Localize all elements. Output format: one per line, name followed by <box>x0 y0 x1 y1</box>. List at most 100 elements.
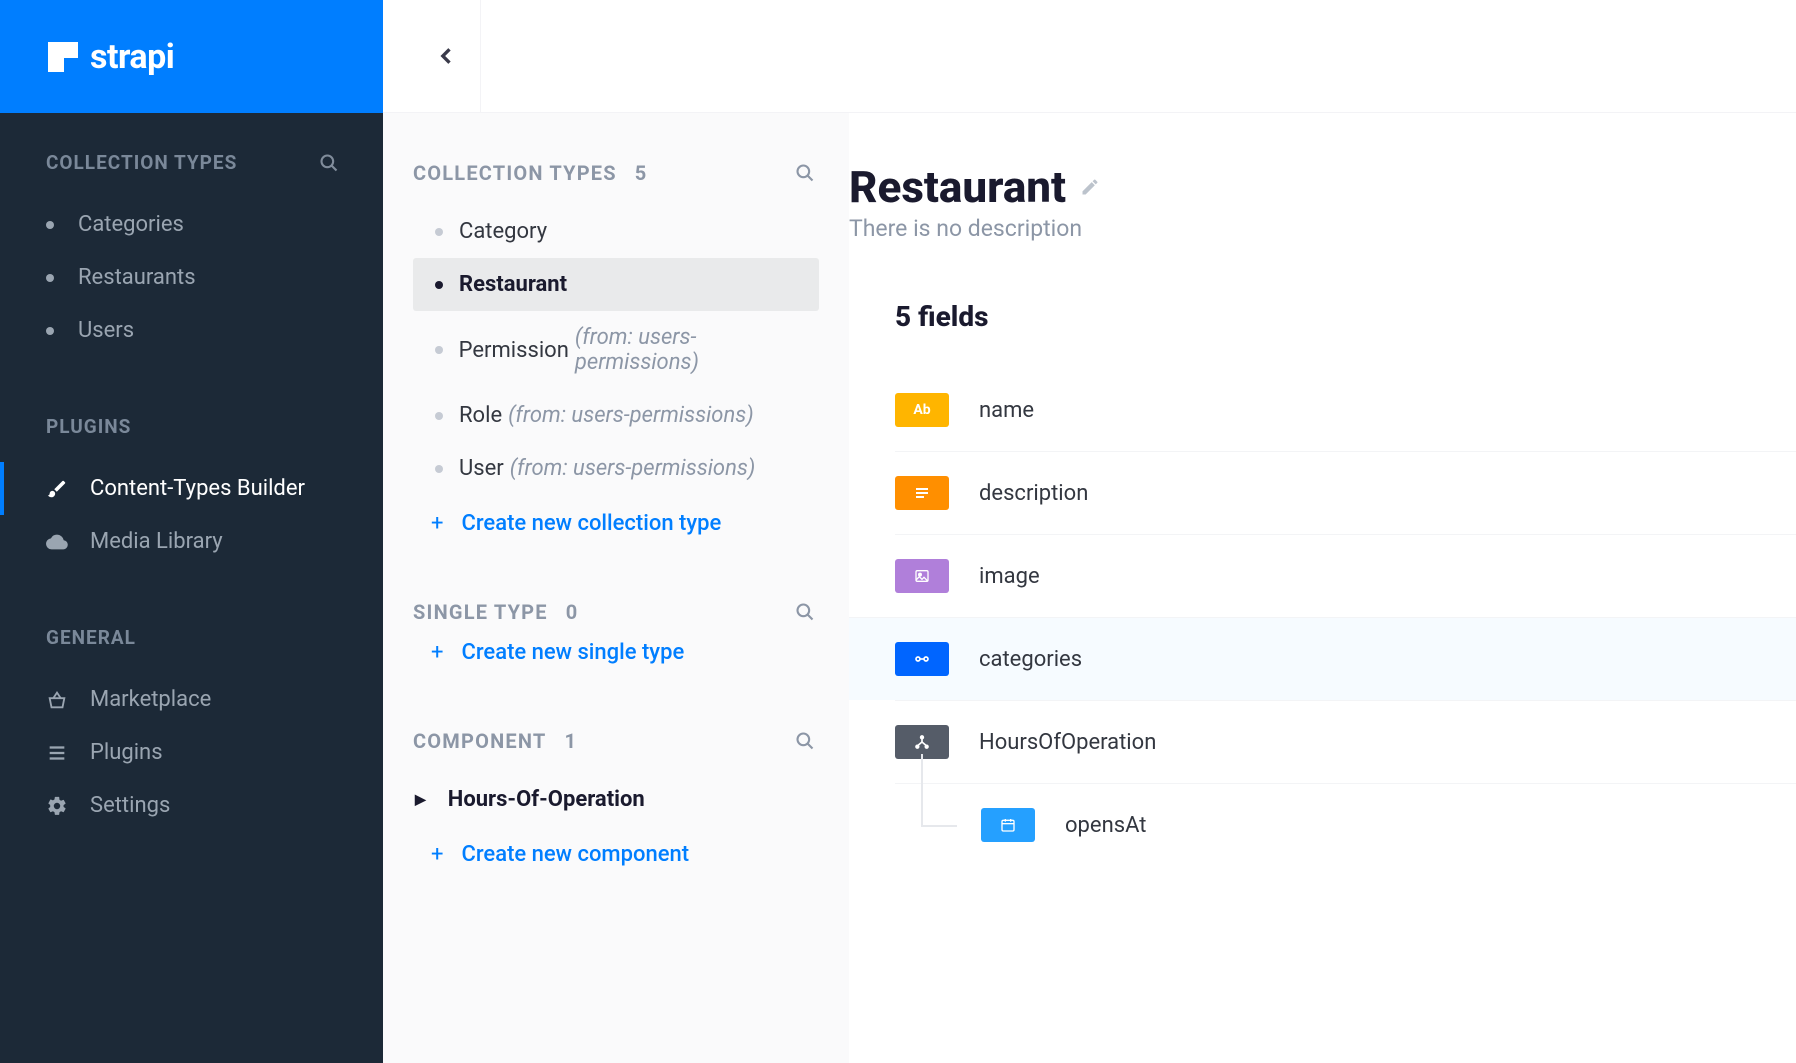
chevron-left-icon <box>437 40 457 72</box>
collection-type-source: (from: users-permissions) <box>508 403 754 428</box>
collection-type-label: Permission <box>459 338 569 363</box>
field-type-badge <box>981 808 1035 842</box>
sidebar-general-header: GENERAL <box>0 568 383 649</box>
dot-icon <box>435 412 443 420</box>
sidebar-plugins-header: PLUGINS <box>0 357 383 438</box>
plus-icon: + <box>431 511 443 536</box>
sidebar-item[interactable]: Plugins <box>0 726 383 779</box>
collection-type-label: Restaurant <box>459 272 567 297</box>
create-collection-type-button[interactable]: + Create new collection type <box>413 495 819 552</box>
create-component-label: Create new component <box>461 842 689 867</box>
field-name: opensAt <box>1065 813 1146 838</box>
sidebar-general-label: GENERAL <box>46 626 136 649</box>
single-type-count: 0 <box>566 600 579 624</box>
component-label: Hours-Of-Operation <box>448 787 645 812</box>
field-row[interactable]: image <box>895 534 1796 617</box>
sidebar-plugins-section: PLUGINS Content-Types Builder Media Libra… <box>0 357 383 568</box>
detail-header: Restaurant There is no description <box>849 161 1796 242</box>
topbar <box>383 0 1796 113</box>
field-name: name <box>979 398 1034 423</box>
sidebar-item[interactable]: Content-Types Builder <box>0 462 383 515</box>
logo-bar[interactable]: strapi <box>0 0 383 113</box>
field-type-badge: Ab <box>895 393 949 427</box>
sidebar: strapi COLLECTION TYPES Categories Restau… <box>0 0 383 1063</box>
field-row-child[interactable]: opensAt <box>895 783 1796 866</box>
content-type-description: There is no description <box>849 215 1796 242</box>
pencil-icon[interactable] <box>1080 177 1100 197</box>
create-component-button[interactable]: + Create new component <box>413 826 819 883</box>
field-row[interactable]: HoursOfOperation <box>895 700 1796 783</box>
collection-type-item[interactable]: Category <box>413 205 819 258</box>
collection-type-source: (from: users-permissions) <box>510 456 756 481</box>
field-row[interactable]: Ab name <box>895 369 1796 451</box>
field-type-badge <box>895 642 949 676</box>
field-row[interactable]: description <box>895 451 1796 534</box>
component-count: 1 <box>564 729 577 753</box>
component-item[interactable]: ▶ Hours-Of-Operation <box>413 773 819 826</box>
field-type-badge <box>895 476 949 510</box>
search-icon[interactable] <box>795 163 815 183</box>
field-name: image <box>979 564 1040 589</box>
dot-icon <box>435 228 443 236</box>
basket-icon <box>46 689 68 711</box>
collection-types-header: COLLECTION TYPES 5 <box>413 113 819 185</box>
collection-type-label: User <box>459 456 504 481</box>
sidebar-item-label: Content-Types Builder <box>90 476 305 501</box>
collection-type-item[interactable]: Role(from: users-permissions) <box>413 389 819 442</box>
caret-right-icon: ▶ <box>415 792 426 808</box>
collection-type-label: Category <box>459 219 547 244</box>
sidebar-item-label: Media Library <box>90 529 223 554</box>
sidebar-item[interactable]: Marketplace <box>0 673 383 726</box>
sidebar-item-label: Settings <box>90 793 170 818</box>
sidebar-collection-header: COLLECTION TYPES <box>0 113 383 174</box>
collection-type-item[interactable]: Permission(from: users-permissions) <box>413 311 819 389</box>
single-type-label: SINGLE TYPE <box>413 600 548 624</box>
create-collection-label: Create new collection type <box>461 511 721 536</box>
sidebar-plugins-label: PLUGINS <box>46 415 131 438</box>
sidebar-item-label: Marketplace <box>90 687 211 712</box>
search-icon[interactable] <box>795 602 815 622</box>
brush-icon <box>46 478 68 500</box>
component-header: COMPONENT 1 <box>413 681 819 753</box>
dot-icon <box>435 281 443 289</box>
component-label: COMPONENT <box>413 729 546 753</box>
create-single-label: Create new single type <box>461 640 684 665</box>
sidebar-item-label: Users <box>78 318 134 343</box>
dot-icon <box>46 274 54 282</box>
brand-name: strapi <box>90 37 174 77</box>
search-icon[interactable] <box>795 731 815 751</box>
collection-type-source: (from: users-permissions) <box>575 325 809 375</box>
sidebar-item-label: Categories <box>78 212 184 237</box>
back-button[interactable] <box>413 0 481 113</box>
single-type-header: SINGLE TYPE 0 <box>413 552 819 624</box>
collection-type-item[interactable]: Restaurant <box>413 258 819 311</box>
sidebar-general-section: GENERAL Marketplace Plugins Settings <box>0 568 383 832</box>
collection-type-item[interactable]: User(from: users-permissions) <box>413 442 819 495</box>
sidebar-item-label: Plugins <box>90 740 163 765</box>
sidebar-item[interactable]: Media Library <box>0 515 383 568</box>
field-name: categories <box>979 647 1082 672</box>
content-type-detail-panel: Restaurant There is no description 5 fie… <box>849 113 1796 1063</box>
cloud-icon <box>46 531 68 553</box>
sidebar-item[interactable]: Settings <box>0 779 383 832</box>
fields-count-header: 5 fields <box>895 300 1796 333</box>
sidebar-item[interactable]: Users <box>0 304 383 357</box>
collection-types-count: 5 <box>635 161 648 185</box>
sidebar-collection-label: COLLECTION TYPES <box>46 151 237 174</box>
plus-icon: + <box>431 842 443 867</box>
field-name: description <box>979 481 1088 506</box>
sidebar-item[interactable]: Categories <box>0 198 383 251</box>
sidebar-collection-section: COLLECTION TYPES Categories Restaurants Us… <box>0 113 383 357</box>
field-row[interactable]: categories <box>849 617 1796 700</box>
collection-type-label: Role <box>459 403 502 428</box>
search-icon[interactable] <box>319 153 339 173</box>
field-type-badge <box>895 559 949 593</box>
dot-icon <box>46 221 54 229</box>
strapi-logo-icon <box>48 42 78 72</box>
create-single-type-button[interactable]: + Create new single type <box>413 624 819 681</box>
content-type-title: Restaurant <box>849 161 1066 213</box>
list-icon <box>46 742 68 764</box>
content-type-list-panel: COLLECTION TYPES 5 Category Restaurant Per… <box>383 113 849 1063</box>
fields-container: 5 fields Ab name description image categorie… <box>849 300 1796 866</box>
sidebar-item[interactable]: Restaurants <box>0 251 383 304</box>
